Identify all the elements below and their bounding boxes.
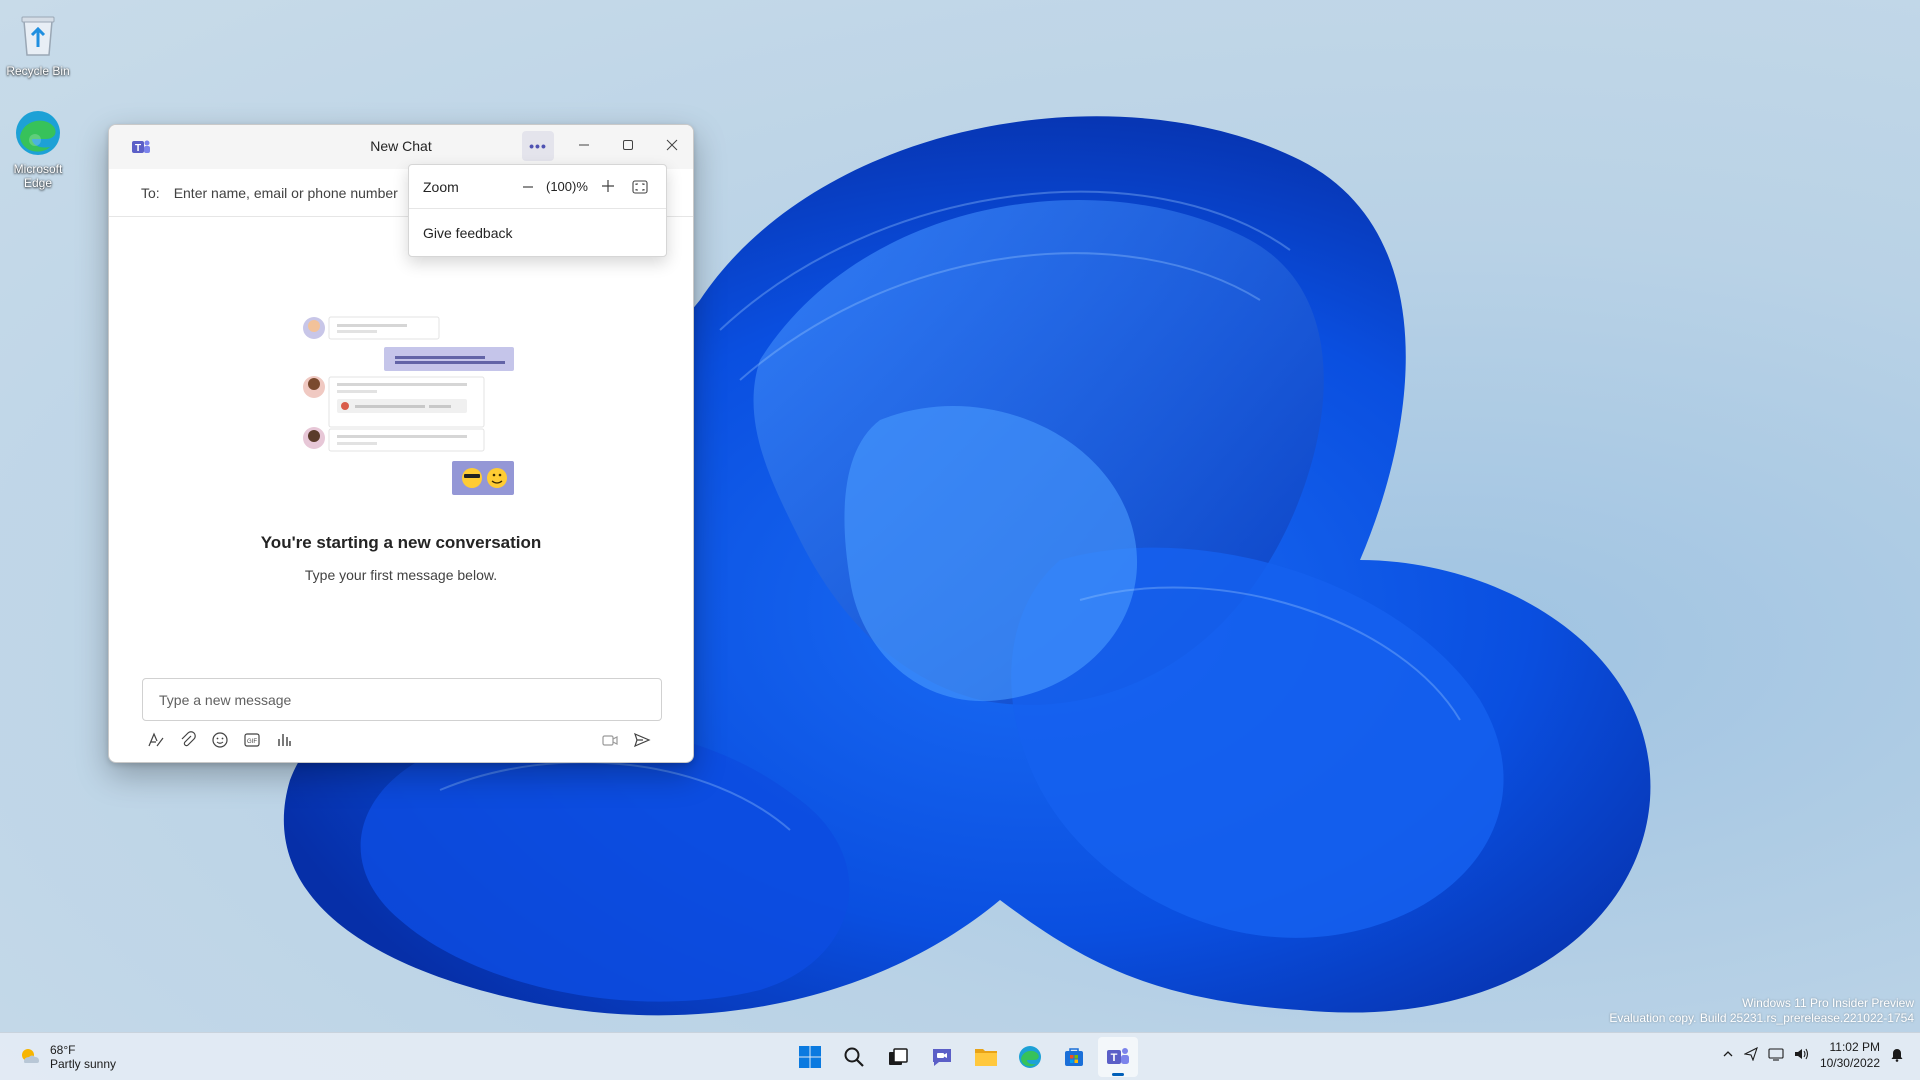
- watermark-line1: Windows 11 Pro Insider Preview: [1742, 996, 1914, 1010]
- compose-toolbar: GIF: [145, 729, 295, 753]
- task-view-icon: [889, 1048, 908, 1065]
- zoom-out-button[interactable]: [517, 176, 539, 198]
- file-explorer-icon: [975, 1049, 997, 1066]
- system-tray: 11:02 PM 10/30/2022: [1722, 1039, 1904, 1071]
- new-conversation-illustration: [303, 316, 514, 495]
- chevron-up-icon[interactable]: [1722, 1048, 1734, 1063]
- clock-time: 11:02 PM: [1829, 1040, 1880, 1054]
- conversation-heading: You're starting a new conversation: [260, 533, 542, 552]
- zoom-label: Zoom: [423, 178, 459, 195]
- minimize-button[interactable]: [568, 131, 600, 161]
- svg-text:GIF: GIF: [247, 739, 257, 745]
- plus-icon: [602, 180, 614, 192]
- close-icon: [666, 138, 678, 154]
- clock[interactable]: 11:02 PM 10/30/2022: [1820, 1039, 1880, 1071]
- zoom-value: (100)%: [546, 179, 588, 194]
- more-options-button[interactable]: •••: [522, 131, 554, 161]
- location-icon[interactable]: [1743, 1046, 1758, 1064]
- maximize-button[interactable]: [612, 131, 644, 161]
- format-icon[interactable]: [145, 729, 167, 751]
- desktop-icon-edge[interactable]: Microsoft Edge: [0, 106, 76, 190]
- to-label: To:: [141, 184, 160, 201]
- teams-chat-icon: [933, 1049, 951, 1066]
- notification-bell-icon[interactable]: [1890, 1046, 1904, 1065]
- recipient-input[interactable]: [173, 184, 414, 201]
- taskbar: 68°F Partly sunny T 11:02 PM 10/30/2022: [0, 1032, 1920, 1080]
- taskbar-apps: T: [790, 1037, 1138, 1077]
- start-icon: [799, 1046, 821, 1068]
- search-button[interactable]: [834, 1037, 874, 1077]
- file-explorer-button[interactable]: [966, 1037, 1006, 1077]
- network-icon[interactable]: [1768, 1047, 1784, 1064]
- meet-now-icon[interactable]: [599, 729, 621, 751]
- maximize-icon: [622, 138, 634, 154]
- close-button[interactable]: [656, 131, 688, 161]
- desktop-icon-recycle-bin[interactable]: Recycle Bin: [0, 8, 76, 78]
- clock-date: 10/30/2022: [1819, 1056, 1880, 1070]
- start-button[interactable]: [790, 1037, 830, 1077]
- minus-icon: [523, 186, 533, 188]
- recycle-bin-icon: [11, 8, 65, 62]
- send-icon[interactable]: [631, 729, 653, 751]
- title-bar: T New Chat •••: [109, 125, 693, 169]
- teams-icon: T: [1107, 1048, 1129, 1064]
- weather-desc: Partly sunny: [50, 1057, 117, 1071]
- gif-icon[interactable]: GIF: [241, 729, 263, 751]
- minimize-icon: [578, 138, 590, 154]
- volume-icon[interactable]: [1794, 1047, 1810, 1064]
- message-compose-box[interactable]: [142, 678, 662, 721]
- edge-icon: [11, 106, 65, 160]
- fit-screen-icon: [632, 180, 648, 194]
- poll-icon[interactable]: [273, 729, 295, 751]
- message-input[interactable]: [159, 691, 661, 708]
- compose-actions: [599, 729, 653, 751]
- more-options-menu: Zoom (100)% Give feedback: [408, 164, 667, 257]
- edge-icon: [1019, 1046, 1041, 1068]
- zoom-fit-button[interactable]: [629, 176, 651, 198]
- store-icon: [1065, 1048, 1083, 1066]
- recycle-bin-label: Recycle Bin: [6, 64, 70, 78]
- attach-icon[interactable]: [177, 729, 199, 751]
- svg-text:T: T: [1111, 1052, 1118, 1064]
- weather-widget[interactable]: 68°F Partly sunny: [18, 1043, 116, 1071]
- give-feedback-item[interactable]: Give feedback: [409, 209, 666, 256]
- watermark-line2: Evaluation copy. Build 25231.rs_prerelea…: [1609, 1011, 1914, 1025]
- partly-sunny-icon: [18, 1044, 42, 1071]
- edge-label: Microsoft Edge: [13, 162, 63, 190]
- search-icon: [844, 1047, 864, 1067]
- window-title: New Chat: [370, 138, 432, 154]
- build-watermark: Windows 11 Pro Insider Preview Evaluatio…: [1609, 996, 1914, 1026]
- weather-temp: 68°F: [50, 1043, 76, 1057]
- task-view-button[interactable]: [878, 1037, 918, 1077]
- zoom-row: Zoom (100)%: [409, 165, 666, 209]
- conversation-subheading: Type your first message below.: [304, 567, 498, 583]
- emoji-icon[interactable]: [209, 729, 231, 751]
- store-button[interactable]: [1054, 1037, 1094, 1077]
- zoom-in-button[interactable]: [597, 175, 619, 197]
- edge-button[interactable]: [1010, 1037, 1050, 1077]
- teams-chat-button[interactable]: [922, 1037, 962, 1077]
- teams-button[interactable]: T: [1098, 1037, 1138, 1077]
